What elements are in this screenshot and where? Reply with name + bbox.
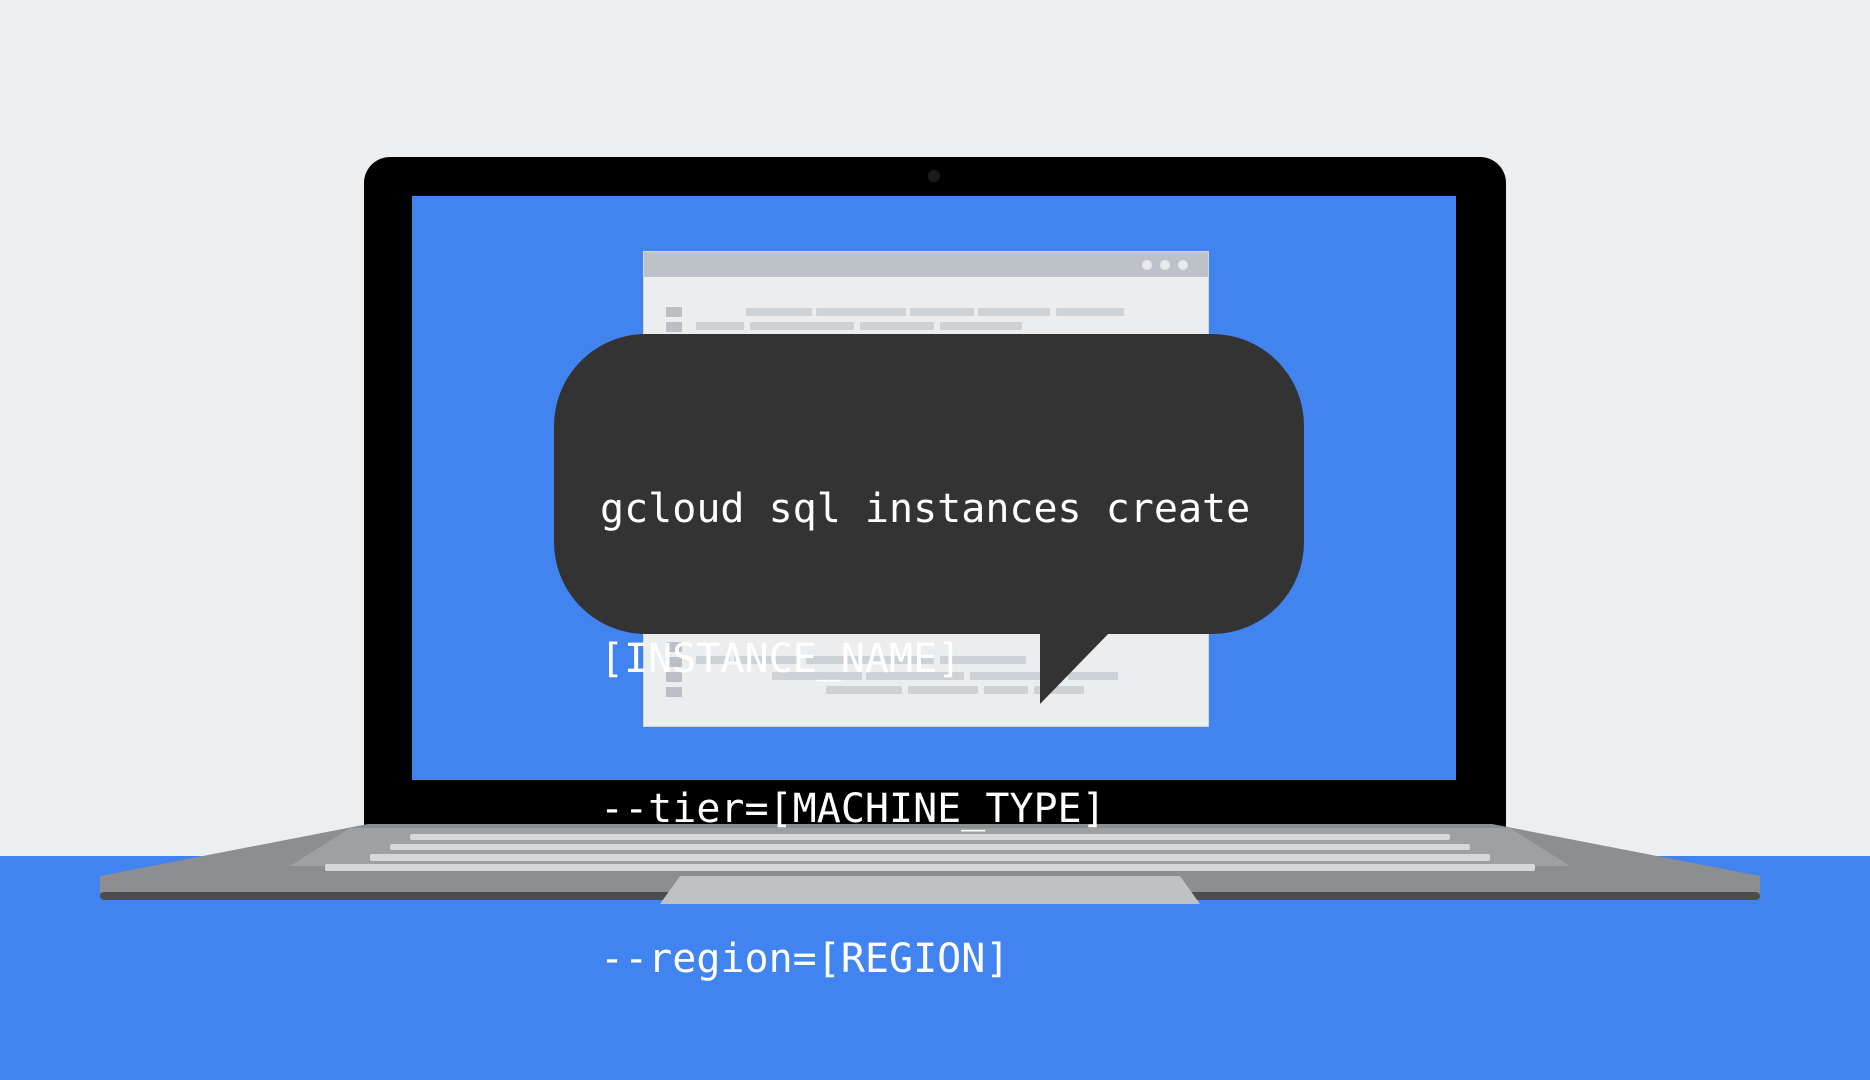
mock-text-line xyxy=(910,308,974,316)
mock-row-icon xyxy=(666,307,682,317)
mock-text-line xyxy=(696,322,744,330)
window-dot-icon xyxy=(1160,260,1170,270)
code-block: gcloud sql instances create [INSTANCE_NA… xyxy=(600,384,1300,1034)
window-dot-icon xyxy=(1178,260,1188,270)
code-line: --tier=[MACHINE_TYPE] xyxy=(600,786,1106,832)
mock-text-line xyxy=(860,322,934,330)
code-line: gcloud sql instances create xyxy=(600,486,1251,532)
mock-text-line xyxy=(746,308,812,316)
code-line: [INSTANCE_NAME] xyxy=(600,636,962,682)
window-dot-icon xyxy=(1142,260,1152,270)
mock-text-line xyxy=(940,322,1022,330)
mock-text-line xyxy=(978,308,1050,316)
mock-row-icon xyxy=(666,322,682,332)
mock-text-line xyxy=(1056,308,1124,316)
mock-text-line xyxy=(816,308,906,316)
mock-window-titlebar xyxy=(644,252,1208,277)
code-line: --region=[REGION] xyxy=(600,936,1010,982)
webcam-icon xyxy=(928,170,940,182)
mock-text-line xyxy=(750,322,854,330)
